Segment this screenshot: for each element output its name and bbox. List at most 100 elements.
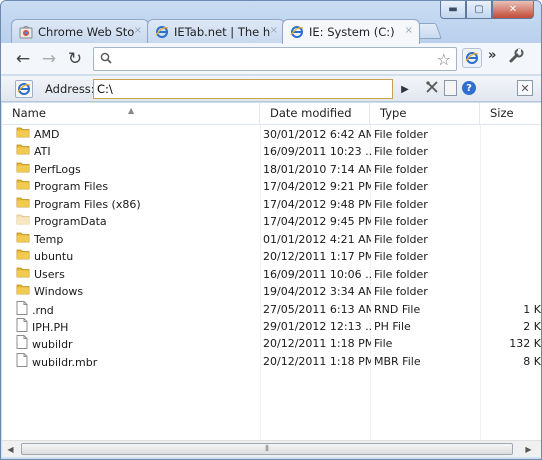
file-name: Users <box>34 267 65 281</box>
maximize-button[interactable]: ▢ <box>466 1 492 19</box>
ie-icon <box>155 25 169 39</box>
tab-label: IE: System (C:) <box>309 25 395 39</box>
table-row[interactable]: Windows 19/04/2012 3:34 AM File folder <box>2 283 541 300</box>
search-icon <box>100 52 112 67</box>
table-row[interactable]: .rnd 27/05/2011 6:13 AM RND File 1 K <box>2 300 541 320</box>
help-icon[interactable]: ? <box>462 81 476 95</box>
scrollbar-thumb[interactable]: ⦀ <box>21 443 513 455</box>
tab-ietab-net[interactable]: IETab.net | The ho × <box>147 19 285 43</box>
file-icon <box>16 300 28 320</box>
minimize-button[interactable]: ▬ <box>440 1 466 19</box>
file-name: .rnd <box>32 303 54 317</box>
table-row[interactable]: Users 16/09/2011 10:06 ... File folder <box>2 266 541 283</box>
file-icon <box>16 317 28 337</box>
table-row[interactable]: wubildr.mbr 20/12/2011 1:18 PM MBR File … <box>2 352 541 372</box>
table-row[interactable]: wubildr 20/12/2011 1:18 PM File 132 K <box>2 335 541 352</box>
table-row[interactable]: Program Files (x86) 17/04/2012 9:48 PM F… <box>2 196 541 213</box>
table-row[interactable]: IPH.PH 29/01/2012 12:13 ... PH File 2 K <box>2 317 541 337</box>
browser-toolbar: ← → ↻ ☆ » <box>1 43 541 75</box>
column-header-date[interactable]: Date modified <box>260 103 370 125</box>
tools-icon[interactable] <box>425 80 439 98</box>
column-type-label: Type <box>380 106 407 120</box>
address-label: Address: <box>45 82 95 96</box>
folder-icon <box>16 161 30 178</box>
tab-ie-system[interactable]: IE: System (C:) × <box>282 19 420 44</box>
table-row[interactable]: AMD 30/01/2012 6:42 AM File folder <box>2 126 541 143</box>
scroll-right-arrow[interactable]: ▶ <box>520 441 537 457</box>
column-date-label: Date modified <box>270 106 352 120</box>
file-type: File folder <box>374 267 428 281</box>
table-row[interactable]: ATI 16/09/2011 10:23 ... File folder <box>2 143 541 160</box>
horizontal-scrollbar[interactable]: ◀ ⦀ ▶ <box>2 440 541 457</box>
omnibox[interactable]: ☆ <box>93 47 457 71</box>
folder-icon <box>16 248 30 265</box>
file-date: 17/04/2012 9:21 PM <box>263 180 371 194</box>
page-settings-icon[interactable] <box>444 80 457 96</box>
column-header-type[interactable]: Type <box>370 103 480 125</box>
file-type: File folder <box>374 128 428 141</box>
file-name: ATI <box>34 145 51 159</box>
folder-icon <box>16 178 30 195</box>
address-input[interactable]: C:\ <box>93 79 393 99</box>
file-size: 132 K <box>509 337 541 351</box>
tab-chrome-web-store[interactable]: Chrome Web Stor × <box>11 19 149 43</box>
ie-icon <box>15 80 33 98</box>
file-name: PerfLogs <box>34 162 81 176</box>
ie-icon <box>465 52 479 64</box>
file-name: Windows <box>34 285 84 299</box>
table-row[interactable]: ProgramData 17/04/2012 9:45 PM File fold… <box>2 213 541 230</box>
tab-close-icon[interactable]: × <box>405 25 413 36</box>
sort-ascending-icon: ▲ <box>128 106 135 115</box>
file-date: 01/01/2012 4:21 AM <box>263 232 371 246</box>
scroll-left-arrow[interactable]: ◀ <box>2 441 19 457</box>
file-name-cell: ATI <box>16 143 256 160</box>
tab-close-icon[interactable]: × <box>270 25 278 36</box>
folder-icon <box>16 231 30 248</box>
file-name-cell: AMD <box>16 126 256 143</box>
column-header-size[interactable]: Size <box>480 103 541 125</box>
file-type: File folder <box>374 250 428 264</box>
column-size-label: Size <box>490 106 514 120</box>
file-date: 20/12/2011 1:18 PM <box>263 354 371 368</box>
table-row[interactable]: PerfLogs 18/01/2010 7:14 AM File folder <box>2 161 541 178</box>
file-list-header: Name ▲ Date modified Type Size <box>2 103 541 125</box>
file-date: 19/04/2012 3:34 AM <box>263 285 371 299</box>
file-name: ProgramData <box>34 215 107 229</box>
forward-button[interactable]: → <box>39 49 59 69</box>
ietab-extension-button[interactable] <box>462 48 482 68</box>
file-name-cell: ubuntu <box>16 248 256 265</box>
file-size: 8 K <box>523 354 541 368</box>
file-type: File folder <box>374 197 428 211</box>
table-row[interactable]: ubuntu 20/12/2011 1:17 PM File folder <box>2 248 541 265</box>
table-row[interactable]: Program Files 17/04/2012 9:21 PM File fo… <box>2 178 541 195</box>
file-name-cell: Program Files <box>16 178 256 195</box>
file-name: IPH.PH <box>32 320 69 334</box>
close-window-button[interactable]: ✕ <box>492 1 534 19</box>
tab-close-icon[interactable]: × <box>134 25 142 36</box>
file-type: File folder <box>374 145 428 159</box>
tab-label: IETab.net | The ho <box>174 24 270 39</box>
file-name: Program Files (x86) <box>34 197 141 211</box>
wrench-menu-icon[interactable] <box>508 48 524 68</box>
bookmark-star-icon[interactable]: ☆ <box>437 50 451 69</box>
extensions-overflow-chevron[interactable]: » <box>488 48 496 63</box>
column-header-name[interactable]: Name ▲ <box>2 103 260 125</box>
reload-button[interactable]: ↻ <box>65 49 85 69</box>
folder-icon <box>16 266 30 283</box>
file-name-cell: Temp <box>16 231 256 248</box>
file-name: AMD <box>34 128 60 141</box>
scrollbar-grip-icon: ⦀ <box>265 444 269 453</box>
file-icon <box>16 352 28 372</box>
go-arrow-icon[interactable]: ▶ <box>396 80 414 98</box>
back-button[interactable]: ← <box>13 49 33 69</box>
file-name-cell: wubildr <box>16 335 256 354</box>
file-icon <box>16 335 28 354</box>
file-date: 18/01/2010 7:14 AM <box>263 162 371 176</box>
table-row[interactable]: Temp 01/01/2012 4:21 AM File folder <box>2 231 541 248</box>
file-size: 2 K <box>523 319 541 333</box>
folder-icon <box>16 143 30 160</box>
file-size: 1 K <box>523 302 541 316</box>
file-date: 20/12/2011 1:17 PM <box>263 250 371 264</box>
file-type: File folder <box>374 232 428 246</box>
close-ietab-bar-button[interactable]: ✕ <box>517 80 533 96</box>
